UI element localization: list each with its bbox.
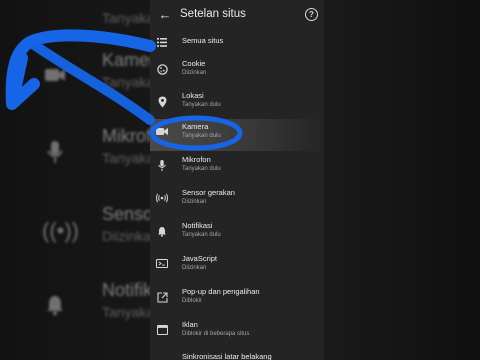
- list-item-lokasi[interactable]: Lokasi Tanyakan dulu: [150, 88, 324, 120]
- list-item-title: Sensor gerakan: [182, 188, 235, 197]
- list-item-status: Tanyakan dulu: [182, 166, 221, 172]
- bell-icon: [156, 226, 168, 238]
- list-item-status: Tanyakan dulu: [182, 232, 221, 238]
- bg-row-title: Notifikasi: [102, 280, 150, 300]
- list-item-title: Mikrofon: [182, 155, 211, 164]
- list-item-status: Diizinkan: [182, 265, 207, 271]
- ads-icon: [156, 325, 168, 337]
- list-icon: [156, 38, 168, 50]
- bg-row-subtitle: Tanyakan dulu: [102, 10, 150, 26]
- bg-row-title: Mikrofon: [102, 126, 150, 146]
- list-item-status: Tanyakan dulu: [182, 133, 221, 139]
- popup-icon: [156, 292, 168, 304]
- list-item-iklan[interactable]: Iklan Diblokir di beberapa situs: [150, 317, 324, 349]
- bg-row-subtitle: Tanyakan dulu: [102, 74, 150, 90]
- list-item-status: Diblokir di beberapa situs: [182, 331, 250, 337]
- list-item-status: Diizinkan: [182, 199, 207, 205]
- list-item-title: Lokasi: [182, 91, 204, 100]
- page-title: Setelan situs: [180, 8, 246, 20]
- javascript-icon: [156, 259, 168, 271]
- site-settings-screen: ← Setelan situs ? Semua situs Cookie Dii…: [150, 0, 324, 360]
- cookie-icon: [156, 64, 168, 76]
- camera-icon: [156, 127, 168, 139]
- microphone-icon: [156, 160, 168, 172]
- list-item-title: Pop-up dan pengalihan: [182, 287, 260, 296]
- bg-row-subtitle: Tanyakan dulu: [102, 150, 150, 166]
- list-item-status: Diblokir: [182, 298, 203, 304]
- list-item-cookie[interactable]: Cookie Diizinkan: [150, 56, 324, 88]
- list-item-pop-up[interactable]: Pop-up dan pengalihan Diblokir: [150, 284, 324, 316]
- arrow-back-icon[interactable]: ←: [156, 6, 174, 24]
- bell-icon: [42, 294, 68, 320]
- location-icon: [156, 96, 168, 108]
- list-item-title: Iklan: [182, 320, 198, 329]
- list-item-sensor-gerakan[interactable]: Sensor gerakan Diizinkan: [150, 185, 324, 217]
- list-item-status: Tanyakan dulu: [182, 102, 221, 108]
- bg-row-camera: Kamera Tanyakan dulu: [0, 46, 150, 106]
- list-item-title: Notifikasi: [182, 221, 213, 230]
- bg-row-microphone: Mikrofon Tanyakan dulu: [0, 122, 150, 182]
- help-icon[interactable]: ?: [305, 8, 318, 21]
- list-item-notifikasi[interactable]: Notifikasi Tanyakan dulu: [150, 218, 324, 250]
- list-item-javascript[interactable]: JavaScript Diizinkan: [150, 251, 324, 283]
- list-item-title: Kamera: [182, 122, 209, 131]
- bg-row-settings: Tanyakan dulu: [0, 0, 150, 42]
- motion-sensor-icon: [156, 193, 168, 205]
- background-blurred-left: Tanyakan dulu Kamera Tanyakan dulu Mikro…: [0, 0, 150, 360]
- bg-row-title: Sensor gerakan: [102, 204, 150, 224]
- list-item-title: Semua situs: [182, 36, 224, 45]
- list-item-sinkronisasi[interactable]: Sinkronisasi latar belakang: [150, 346, 324, 360]
- camera-icon: [42, 64, 68, 90]
- bg-row-subtitle: Diizinkan: [102, 228, 150, 244]
- list-item-title: Sinkronisasi latar belakang: [182, 352, 272, 360]
- microphone-icon: [42, 140, 68, 166]
- list-item-kamera[interactable]: Kamera Tanyakan dulu: [150, 119, 324, 151]
- bg-row-motion-sensor: ((•)) Sensor gerakan Diizinkan: [0, 200, 150, 260]
- bg-row-title: Kamera: [102, 50, 150, 70]
- bg-row-subtitle: Tanyakan dulu: [102, 304, 150, 320]
- motion-sensor-icon: ((•)): [42, 218, 80, 243]
- list-item-mikrofon[interactable]: Mikrofon Tanyakan dulu: [150, 152, 324, 184]
- bg-row-notification: Notifikasi Tanyakan dulu: [0, 276, 150, 336]
- list-item-title: Cookie: [182, 59, 206, 68]
- app-bar: ← Setelan situs ?: [150, 0, 324, 30]
- list-item-title: JavaScript: [182, 254, 218, 263]
- list-item-status: Diizinkan: [182, 70, 207, 76]
- background-blurred-right: [324, 0, 480, 360]
